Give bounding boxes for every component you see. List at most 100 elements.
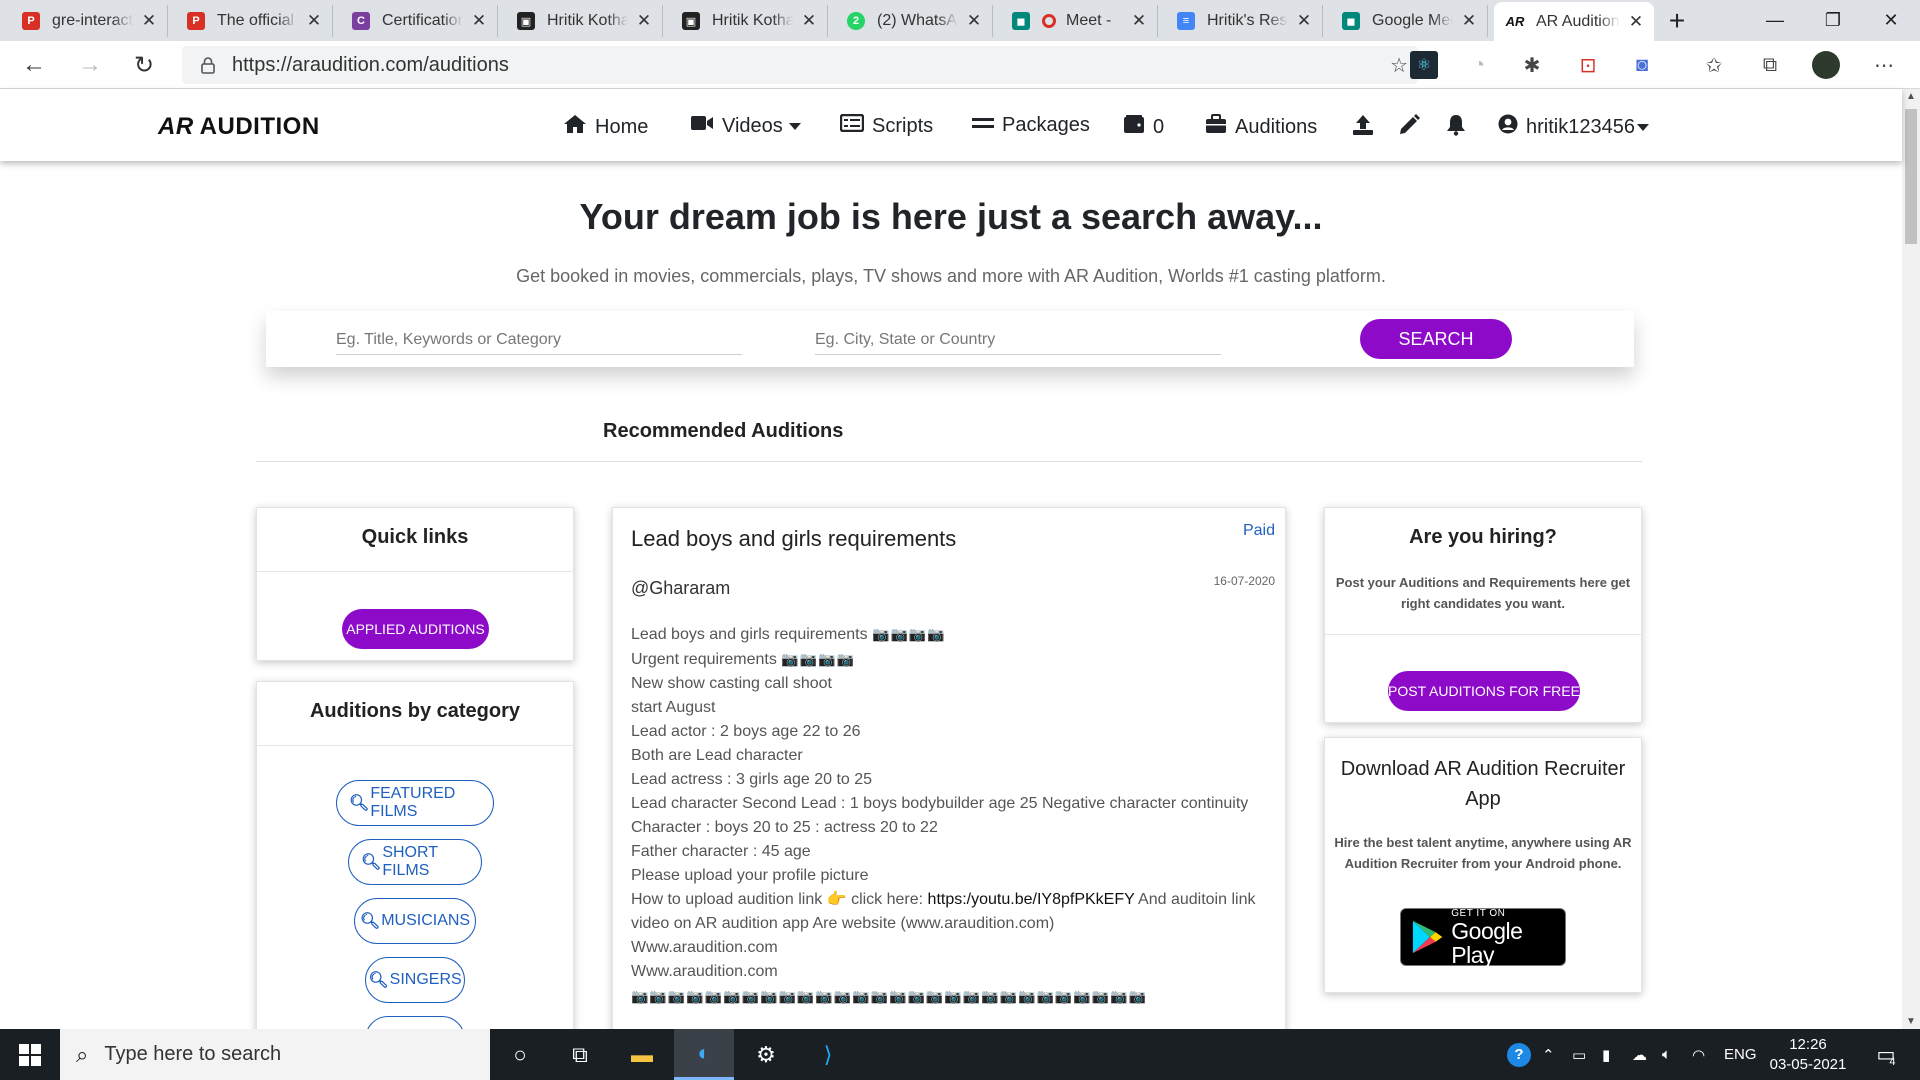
screen-capture-icon[interactable]: ⊡ bbox=[1574, 51, 1602, 79]
page-headline: Your dream job is here just a search awa… bbox=[579, 196, 1323, 237]
categories-heading: Auditions by category bbox=[309, 700, 521, 722]
task-view-icon[interactable]: ⧉ bbox=[550, 1029, 610, 1080]
pencil-icon[interactable] bbox=[1398, 114, 1420, 136]
onedrive-cloud-icon[interactable]: ☁ bbox=[1632, 1029, 1647, 1080]
category-musicians-button[interactable]: 🔍︎ MUSICIANS bbox=[354, 898, 476, 944]
browser-tab[interactable]: C Certification ✕ bbox=[340, 5, 498, 37]
camera-extension-icon[interactable]: ◙ bbox=[1628, 51, 1656, 79]
close-tab-icon[interactable]: ✕ bbox=[306, 11, 322, 31]
extension-icon[interactable]: ◔ bbox=[1465, 51, 1493, 79]
volume-icon[interactable]: 🔈︎ bbox=[1662, 1029, 1671, 1080]
certification-icon: C bbox=[352, 12, 370, 30]
taskbar-search-box[interactable]: ⌕ Type here to search bbox=[60, 1029, 490, 1080]
vscode-icon[interactable]: ⟩ bbox=[798, 1029, 858, 1080]
close-tab-icon[interactable]: ✕ bbox=[1461, 11, 1477, 31]
nav-packages[interactable]: Packages bbox=[972, 114, 1090, 137]
restore-icon[interactable]: ❐ bbox=[1804, 0, 1862, 41]
nav-wallet[interactable]: 0 bbox=[1123, 114, 1164, 140]
close-tab-icon[interactable]: ✕ bbox=[636, 11, 652, 31]
category-short-films-button[interactable]: 🔍︎ SHORT FILMS bbox=[348, 839, 482, 885]
chevron-up-icon[interactable]: ⌃ bbox=[1542, 1029, 1555, 1080]
browser-tab[interactable]: ◼ Meet - ✕ bbox=[1000, 5, 1158, 37]
category-label: SINGERS bbox=[389, 971, 462, 988]
pdf-icon: P bbox=[187, 12, 205, 30]
close-tab-icon[interactable]: ✕ bbox=[1131, 11, 1147, 31]
close-tab-icon[interactable]: ✕ bbox=[141, 11, 157, 31]
more-menu-icon[interactable]: ⋯ bbox=[1870, 51, 1898, 79]
browser-tab[interactable]: 2 (2) WhatsApp ✕ bbox=[835, 5, 993, 37]
scroll-down-arrow-icon[interactable]: ▼ bbox=[1906, 1016, 1916, 1027]
settings-gear-icon[interactable]: ⚙ bbox=[736, 1029, 796, 1080]
file-explorer-icon[interactable]: ▬ bbox=[612, 1029, 672, 1080]
minimize-icon[interactable]: — bbox=[1746, 0, 1804, 41]
search-button[interactable]: SEARCH bbox=[1360, 319, 1512, 359]
keyword-search-input[interactable] bbox=[336, 325, 742, 355]
favorite-star-icon[interactable]: ☆ bbox=[1390, 53, 1408, 78]
recruiter-app-text: Hire the best talent anytime, anywhere u… bbox=[1334, 835, 1632, 871]
browser-tab[interactable]: P gre-interactive ✕ bbox=[10, 5, 168, 37]
location-search-input[interactable] bbox=[815, 325, 1221, 355]
notification-center-icon[interactable]: ▭ 4 bbox=[1866, 1029, 1906, 1080]
description-line: Www.araudition.com bbox=[631, 963, 778, 980]
battery-icon[interactable]: ▮ bbox=[1602, 1029, 1610, 1080]
close-window-icon[interactable]: ✕ bbox=[1862, 0, 1920, 41]
bell-icon[interactable] bbox=[1446, 114, 1466, 136]
close-tab-icon[interactable]: ✕ bbox=[471, 11, 487, 31]
scroll-up-arrow-icon[interactable]: ▲ bbox=[1906, 91, 1916, 102]
browser-tab-active[interactable]: AR AR Audition ✕ bbox=[1494, 2, 1654, 41]
nav-auditions[interactable]: Auditions bbox=[1205, 114, 1317, 140]
google-play-badge[interactable]: GET IT ON Google Play bbox=[1400, 908, 1566, 967]
clock[interactable]: 12:26 03-05-2021 bbox=[1768, 1029, 1848, 1080]
page-scrollbar[interactable]: ▲ ▼ bbox=[1902, 89, 1920, 1029]
edge-browser-icon[interactable]: ◐ bbox=[674, 1029, 734, 1080]
back-arrow-icon[interactable]: ← bbox=[16, 47, 52, 83]
device-icon[interactable]: ▭ bbox=[1572, 1029, 1586, 1080]
category-singers-button[interactable]: 🔍︎ SINGERS bbox=[365, 957, 465, 1003]
collections-icon[interactable]: ⧉ bbox=[1756, 51, 1784, 79]
user-menu-dropdown[interactable]: hritik123456 bbox=[1498, 114, 1649, 140]
address-bar[interactable]: https://araudition.com/auditions ☆ bbox=[182, 46, 1418, 84]
scrollbar-thumb[interactable] bbox=[1905, 109, 1917, 244]
audition-title[interactable]: Lead boys and girls requirements bbox=[631, 526, 956, 552]
browser-tab-bar: P gre-interactive ✕ P The official guide… bbox=[0, 0, 1920, 41]
ar-icon: AR bbox=[1505, 14, 1525, 29]
upload-icon[interactable] bbox=[1352, 114, 1374, 136]
bug-extension-icon[interactable]: ✱ bbox=[1518, 51, 1546, 79]
site-logo[interactable]: AR AUDITION bbox=[158, 113, 320, 141]
nav-home[interactable]: Home bbox=[563, 114, 648, 140]
clock-date: 03-05-2021 bbox=[1769, 1055, 1847, 1073]
close-tab-icon[interactable]: ✕ bbox=[1296, 11, 1312, 31]
audition-card[interactable]: Lead boys and girls requirements Paid @G… bbox=[612, 507, 1286, 1047]
wifi-icon[interactable]: ◠ bbox=[1692, 1029, 1705, 1080]
react-devtools-icon[interactable]: ⚛ bbox=[1410, 51, 1438, 79]
forward-arrow-icon[interactable]: → bbox=[72, 47, 108, 83]
close-tab-icon[interactable]: ✕ bbox=[801, 11, 817, 31]
favorites-icon[interactable]: ✩ bbox=[1700, 51, 1728, 79]
cortana-icon[interactable]: ○ bbox=[490, 1029, 550, 1080]
youtube-link[interactable]: https:/youtu.be/IY8pfPKkEFY bbox=[928, 891, 1135, 908]
new-tab-plus-icon[interactable]: + bbox=[1648, 0, 1706, 41]
list-icon bbox=[839, 113, 865, 138]
help-icon[interactable]: ? bbox=[1504, 1029, 1534, 1080]
browser-tab[interactable]: P The official guide ✕ bbox=[175, 5, 333, 37]
username-label: hritik123456 bbox=[1526, 115, 1635, 138]
windows-start-icon[interactable] bbox=[0, 1029, 60, 1080]
post-auditions-button[interactable]: POST AUDITIONS FOR FREE bbox=[1388, 671, 1580, 711]
nav-scripts[interactable]: Scripts bbox=[839, 113, 933, 138]
browser-tab[interactable]: ≡ Hritik's Resume ✕ bbox=[1165, 5, 1323, 37]
browser-tab[interactable]: ◼ Google Meet ✕ bbox=[1330, 5, 1488, 37]
profile-avatar[interactable] bbox=[1812, 51, 1840, 79]
audition-poster-handle[interactable]: @Ghararam bbox=[631, 578, 730, 599]
close-tab-icon[interactable]: ✕ bbox=[1628, 12, 1644, 32]
nav-videos-dropdown[interactable]: Videos bbox=[690, 114, 801, 138]
browser-tab[interactable]: ▣ Hritik Kothari ✕ bbox=[670, 5, 828, 37]
language-indicator[interactable]: ENG bbox=[1724, 1029, 1757, 1080]
description-line: Both are Lead character bbox=[631, 747, 803, 764]
applied-auditions-button[interactable]: APPLIED AUDITIONS bbox=[342, 609, 489, 649]
category-featured-films-button[interactable]: 🔍︎ FEATURED FILMS bbox=[336, 780, 494, 826]
close-tab-icon[interactable]: ✕ bbox=[966, 11, 982, 31]
url-text[interactable]: https://araudition.com/auditions bbox=[232, 54, 509, 77]
tab-title: gre-interactive bbox=[52, 12, 133, 29]
reload-icon[interactable]: ↻ bbox=[126, 47, 162, 83]
browser-tab[interactable]: ▣ Hritik Kothari ✕ bbox=[505, 5, 663, 37]
